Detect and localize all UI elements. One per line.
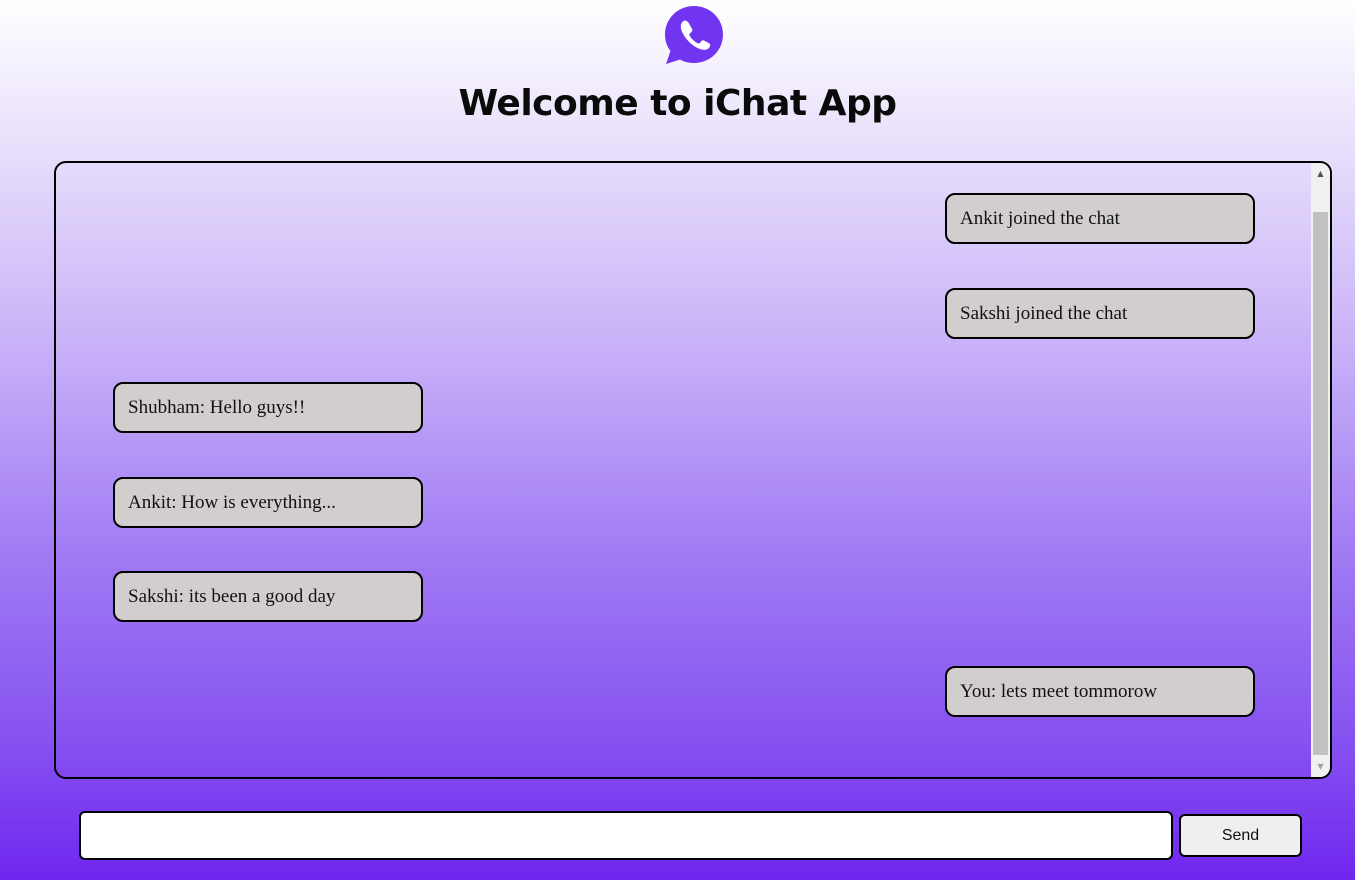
send-button[interactable]: Send (1179, 814, 1302, 857)
scrollbar-thumb[interactable] (1313, 212, 1328, 755)
scroll-down-arrow-icon[interactable]: ▼ (1311, 758, 1330, 775)
message-bubble: Ankit: How is everything... (113, 477, 423, 528)
scroll-up-arrow-icon[interactable]: ▲ (1311, 165, 1330, 182)
message-bubble: Sakshi: its been a good day (113, 571, 423, 622)
chat-app-logo-icon (665, 6, 723, 64)
chat-container[interactable]: Ankit joined the chat Sakshi joined the … (54, 161, 1332, 779)
message-bubble: Shubham: Hello guys!! (113, 382, 423, 433)
message-bubble: You: lets meet tommorow (945, 666, 1255, 717)
page-title: Welcome to iChat App (458, 83, 897, 124)
chat-scrollbar[interactable]: ▲ ▼ (1311, 163, 1330, 777)
message-input[interactable] (79, 811, 1173, 860)
message-bubble: Ankit joined the chat (945, 193, 1255, 244)
message-bubble: Sakshi joined the chat (945, 288, 1255, 339)
